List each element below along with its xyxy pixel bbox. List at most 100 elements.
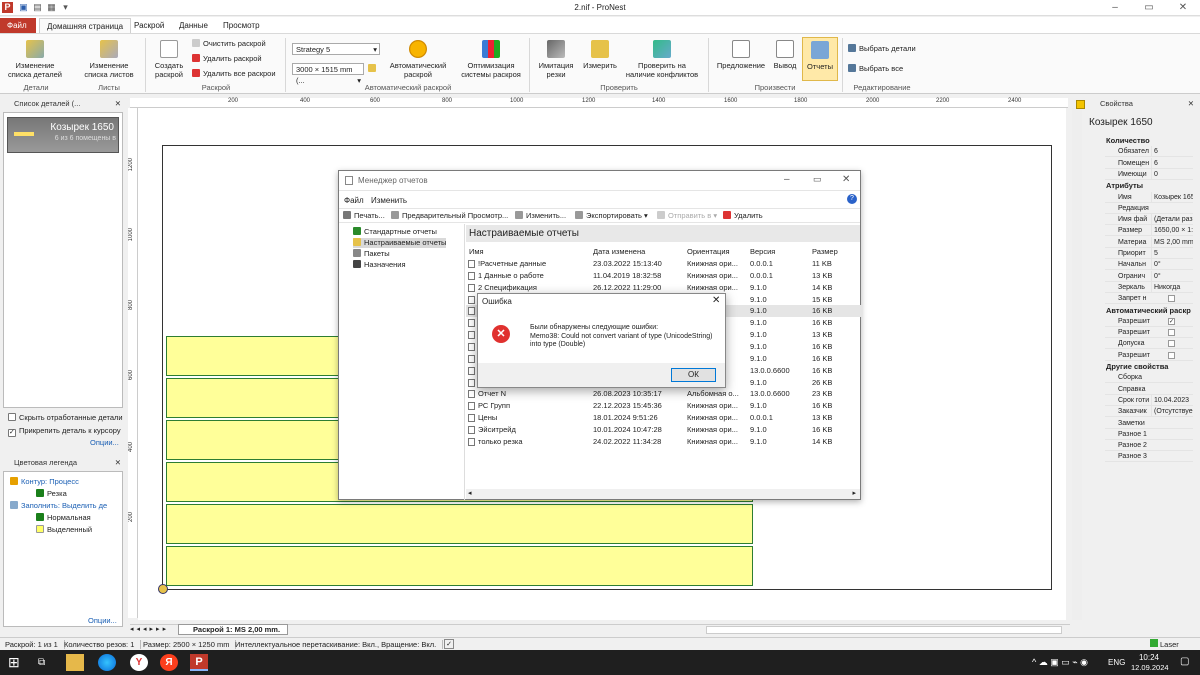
output-button[interactable]: Вывод — [770, 40, 800, 70]
yandex-icon[interactable]: Я — [160, 654, 178, 671]
close-button[interactable]: ✕ — [1166, 0, 1200, 16]
ok-button[interactable]: ОК — [671, 368, 716, 382]
tray-icons[interactable]: ^ ☁ ▣ ▭ ⌁ ◉ — [1032, 657, 1088, 668]
table-row[interactable]: Цены 18.01.2024 9:51:26 Книжная ори... 0.0.… — [466, 412, 862, 424]
export-button[interactable]: Экспортировать ▾ — [575, 211, 648, 221]
tree-assignments[interactable]: Назначения — [353, 260, 406, 270]
table-row[interactable]: 2 Спецификация 26.12.2022 11:29:00 Книжная… — [466, 282, 862, 294]
tree-standard[interactable]: Стандартные отчеты — [353, 227, 437, 237]
windows-start-icon[interactable]: ⊞ — [8, 654, 26, 671]
property-row[interactable]: Срок готи 10.04.2023 — [1105, 394, 1193, 406]
simulate-button[interactable]: Имитация резки — [534, 40, 578, 79]
property-row[interactable]: Справка — [1105, 384, 1193, 395]
drag-toggle-icon[interactable]: ✓ — [444, 639, 454, 649]
delete-all-nests-button[interactable]: Удалить все раскрои — [192, 69, 276, 79]
check-conflicts-button[interactable]: Проверить на наличие конфликтов — [624, 40, 700, 79]
delete-button[interactable]: Удалить — [723, 211, 763, 221]
column-name[interactable]: Имя — [469, 247, 484, 256]
language-indicator[interactable]: ENG — [1108, 658, 1125, 667]
select-all-button[interactable]: Выбрать все — [848, 64, 903, 74]
property-value[interactable]: Козырек 165 — [1151, 191, 1193, 203]
edge-browser-icon[interactable] — [98, 654, 116, 671]
yandex-browser-icon[interactable]: Y — [130, 654, 148, 671]
delete-nest-button[interactable]: Удалить раскрой — [192, 54, 262, 64]
maximize-button[interactable]: ▭ — [813, 174, 822, 185]
close-icon[interactable]: ✕ — [115, 98, 121, 110]
hide-processed-checkbox[interactable]: Скрыть отработанные детали — [8, 413, 123, 423]
property-row[interactable]: Разрешит — [1105, 327, 1193, 339]
restore-button[interactable]: ▭ — [1132, 0, 1166, 16]
table-row[interactable]: Отчет N 26.08.2023 10:35:17 Альбомная о...… — [466, 388, 862, 400]
close-icon[interactable]: ✕ — [115, 457, 121, 469]
property-row[interactable]: Заказчик (Отсутствуе — [1105, 406, 1193, 418]
edit-button[interactable]: Изменить... — [515, 211, 566, 221]
notifications-icon[interactable]: ▢ — [1180, 656, 1189, 667]
help-icon[interactable]: ? — [847, 194, 857, 204]
property-row[interactable]: Заметки — [1105, 418, 1193, 429]
property-row[interactable]: Редакция — [1105, 203, 1193, 214]
property-value[interactable]: 0° — [1151, 259, 1193, 271]
property-row[interactable]: Разное 2 — [1105, 440, 1193, 452]
table-row[interactable]: !Расчетные данные 23.03.2022 15:13:40 Книж… — [466, 258, 862, 270]
reports-button[interactable]: Отчеты — [802, 37, 838, 81]
table-row[interactable]: РС Групп 22.12.2023 15:45:36 Книжная ори..… — [466, 400, 862, 412]
property-row[interactable]: Разрешит ✓ — [1105, 316, 1193, 327]
property-row[interactable]: Имя фай (Детали раз — [1105, 214, 1193, 226]
minimize-button[interactable]: – — [784, 174, 790, 185]
close-button[interactable]: ✕ — [842, 174, 850, 185]
tree-packages[interactable]: Пакеты — [353, 249, 390, 259]
clock-time[interactable]: 10:24 — [1131, 653, 1167, 662]
property-category[interactable]: Количество — [1094, 135, 1193, 146]
attach-cursor-checkbox[interactable]: ✓ Прикрепить деталь к курсору — [8, 426, 121, 437]
checkbox-icon[interactable] — [1168, 295, 1175, 303]
task-view-icon[interactable]: ⧉ — [38, 654, 56, 671]
quote-button[interactable]: Предложение — [714, 40, 768, 70]
auto-nest-button[interactable]: Автоматический раскрой — [385, 40, 451, 79]
tab-file[interactable]: Файл — [0, 18, 36, 34]
nested-part[interactable] — [166, 504, 753, 544]
sheet-size-button[interactable] — [368, 64, 379, 74]
property-row[interactable]: Разное 3 — [1105, 451, 1193, 463]
property-value[interactable]: 1650,00 × 1: — [1151, 225, 1193, 237]
select-parts-button[interactable]: Выбрать детали — [848, 44, 916, 54]
property-value[interactable]: 5 — [1151, 248, 1193, 259]
tab-nest[interactable]: Раскрой — [127, 18, 171, 34]
legend-options-link[interactable]: Опции... — [88, 616, 117, 626]
column-date[interactable]: Дата изменена — [593, 247, 645, 256]
vertical-scrollbar[interactable] — [1072, 108, 1082, 620]
sheet-tab[interactable]: Раскрой 1: MS 2,00 mm. — [178, 624, 288, 635]
clock-date[interactable]: 12.09.2024 — [1131, 663, 1169, 672]
part-item[interactable]: Козырек 1650 6 из 6 помещены в — [7, 117, 119, 153]
close-button[interactable]: ✕ — [712, 295, 720, 306]
tab-data[interactable]: Данные — [172, 18, 215, 34]
table-row[interactable]: Эйситрейд 10.01.2024 10:47:28 Книжная ори.… — [466, 424, 862, 436]
file-explorer-icon[interactable] — [66, 654, 84, 671]
nav-arrows-icon[interactable]: ◂◂◂▸▸▸ — [130, 625, 169, 633]
optimize-button[interactable]: Оптимизация системы раскроя — [457, 40, 525, 79]
property-row[interactable]: Допуска — [1105, 338, 1193, 350]
table-row[interactable]: только резка 24.02.2022 11:34:28 Книжная о… — [466, 436, 862, 448]
strategy-select[interactable]: Strategy 5 ▾ — [292, 43, 380, 55]
property-category[interactable]: Автоматический раскр — [1094, 304, 1193, 316]
edit-parts-button[interactable]: Изменение списка деталей — [4, 40, 66, 79]
part-list-options-link[interactable]: Опции... — [90, 438, 119, 448]
property-row[interactable]: Разное 1 — [1105, 429, 1193, 440]
property-row[interactable]: Обязател 6 — [1105, 146, 1193, 158]
pin-icon[interactable] — [1076, 100, 1085, 109]
property-value[interactable]: 0 — [1151, 168, 1193, 180]
checkbox-icon[interactable] — [1168, 351, 1175, 359]
tree-custom[interactable]: Настраиваемые отчеты — [353, 238, 447, 248]
column-size[interactable]: Размер — [812, 247, 838, 256]
column-orientation[interactable]: Ориентация — [687, 247, 730, 256]
tab-view[interactable]: Просмотр — [216, 18, 267, 34]
property-value[interactable]: (Детали раз — [1151, 214, 1193, 226]
property-value[interactable]: 10.04.2023 — [1151, 394, 1193, 406]
property-row[interactable]: Имя Козырек 165 — [1105, 191, 1193, 203]
property-value[interactable]: 0° — [1151, 270, 1193, 282]
menu-edit[interactable]: Изменить — [371, 196, 407, 205]
property-value[interactable]: (Отсутствуе — [1151, 406, 1193, 418]
nested-part[interactable] — [166, 546, 753, 586]
sheet-size-select[interactable]: 3000 × 1515 mm (... ▾ — [292, 63, 364, 85]
table-row[interactable]: 1 Данные о работе 11.04.2019 18:32:58 Книж… — [466, 270, 862, 282]
property-value[interactable]: 6 — [1151, 146, 1193, 158]
